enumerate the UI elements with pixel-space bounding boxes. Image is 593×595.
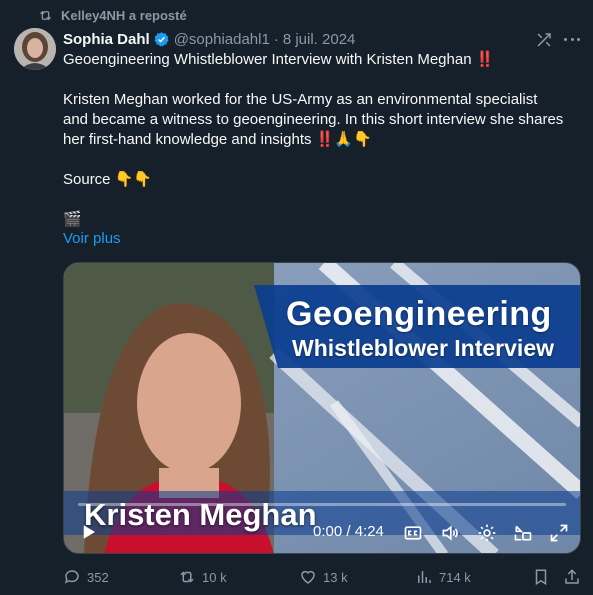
play-icon[interactable] (80, 523, 98, 541)
tweet-line: and became a witness to geoengineering. … (63, 111, 564, 128)
reply-button[interactable]: 352 (63, 568, 109, 586)
tweet-line: Kristen Meghan worked for the US-Army as… (63, 91, 538, 108)
repost-action-icon (180, 571, 194, 583)
repost-icon (40, 10, 51, 20)
captions-icon[interactable] (403, 523, 423, 543)
settings-icon[interactable] (477, 523, 497, 543)
video-player[interactable]: Geoengineering Whistleblower Interview K… (63, 262, 581, 554)
tweet-line: her first-hand knowledge and insights ‼️… (63, 131, 372, 148)
heart-icon (301, 570, 315, 584)
repost-text: Kelley4NH a reposté (61, 7, 187, 23)
views-icon (418, 571, 431, 583)
tweet-text: Geoengineering Whistleblower Interview w… (63, 50, 583, 230)
more-options-button[interactable] (561, 30, 583, 48)
repost-indicator[interactable]: Kelley4NH a reposté (38, 6, 187, 24)
more-dot (564, 37, 567, 41)
bookmark-icon[interactable] (532, 568, 550, 586)
reply-icon (64, 570, 79, 584)
tweet-header: Sophia Dahl @sophiadahl1 · 8 juil. 2024 (63, 29, 533, 49)
tweet-line (63, 150, 583, 170)
tweet-line: Source 👇👇 (63, 171, 153, 188)
video-progress-bar[interactable] (78, 503, 566, 506)
repost-button[interactable]: 10 k (178, 568, 227, 586)
fullscreen-icon[interactable] (549, 523, 569, 543)
views-count: 714 k (439, 569, 471, 585)
more-dot (570, 37, 574, 41)
tweet-date[interactable]: 8 juil. 2024 (283, 31, 356, 48)
video-title-overlay: Geoengineering (286, 295, 552, 333)
video-controls: 0:00 / 4:24 (64, 515, 580, 549)
tweet-actions: 352 10 k 13 k 714 k (63, 568, 583, 588)
video-subtitle-overlay: Whistleblower Interview (292, 335, 554, 361)
like-count: 13 k (323, 569, 348, 585)
views-button[interactable]: 714 k (415, 568, 471, 586)
author-name[interactable]: Sophia Dahl (63, 31, 150, 48)
volume-icon[interactable] (440, 523, 460, 543)
author-handle[interactable]: @sophiadahl1 (174, 31, 270, 48)
avatar[interactable] (14, 28, 56, 70)
tweet-line (63, 70, 583, 90)
reply-count: 352 (87, 569, 109, 585)
header-separator: · (273, 30, 279, 48)
tweet-line: 🎬 (63, 211, 82, 228)
repost-count: 10 k (202, 569, 227, 585)
tweet-line: Geoengineering Whistleblower Interview w… (63, 51, 495, 68)
grok-icon[interactable] (535, 31, 553, 49)
show-more-link[interactable]: Voir plus (63, 230, 121, 247)
share-icon[interactable] (563, 568, 581, 586)
picture-in-picture-icon[interactable] (513, 523, 533, 543)
verified-badge-icon[interactable] (153, 31, 170, 48)
tweet-line (63, 190, 583, 210)
more-dot (577, 37, 580, 41)
like-button[interactable]: 13 k (299, 568, 348, 586)
video-time: 0:00 / 4:24 (313, 523, 384, 540)
